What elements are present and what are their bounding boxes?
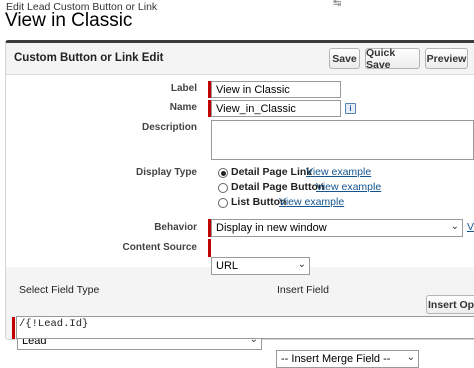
- corner-mark-icon: ↹: [333, 0, 342, 9]
- behavior-label: Behavior: [154, 222, 197, 233]
- chevron-down-icon: ⌄: [450, 221, 459, 232]
- panel-title: Custom Button or Link Edit: [14, 52, 164, 64]
- radio-label-detail-page-button: Detail Page Button: [231, 181, 325, 193]
- select-field-type-label: Select Field Type: [19, 284, 100, 296]
- content-source-label: Content Source: [122, 242, 197, 253]
- radio-detail-page-button[interactable]: [218, 183, 228, 193]
- quick-save-button[interactable]: Quick Save: [365, 47, 420, 71]
- radio-label-detail-page-link: Detail Page Link: [231, 166, 313, 178]
- description-textarea[interactable]: [211, 120, 474, 160]
- label-field-label: Label: [170, 83, 197, 94]
- insert-field-label: Insert Field: [277, 284, 329, 296]
- chevron-down-icon: ⌄: [297, 259, 306, 270]
- page-title: View in Classic: [5, 10, 133, 31]
- radio-detail-page-link[interactable]: [218, 168, 228, 178]
- info-icon[interactable]: i: [345, 103, 356, 114]
- label-input[interactable]: View in Classic: [211, 81, 341, 98]
- view-example-link-1[interactable]: View example: [306, 166, 371, 178]
- radio-selected-dot: [220, 170, 226, 176]
- behavior-select-value: Display in new window: [216, 222, 327, 234]
- display-type-label: Display Type: [136, 167, 197, 178]
- behavior-select[interactable]: Display in new window ⌄: [211, 219, 463, 237]
- description-field-label: Description: [141, 122, 197, 133]
- insert-merge-field-value: -- Insert Merge Field --: [281, 353, 391, 365]
- preview-button[interactable]: Preview: [425, 48, 468, 69]
- required-indicator: [208, 239, 211, 257]
- formula-text: /{!Lead.Id}: [19, 318, 89, 330]
- view-example-link-behavior[interactable]: V: [467, 221, 474, 233]
- insert-merge-field-select[interactable]: -- Insert Merge Field -- ⌄: [276, 350, 419, 368]
- view-example-link-2[interactable]: View example: [316, 181, 381, 193]
- required-indicator: [12, 317, 15, 339]
- content-source-value: URL: [216, 260, 239, 272]
- name-field-label: Name: [169, 102, 197, 113]
- content-source-select[interactable]: URL ⌄: [211, 257, 310, 275]
- insert-operator-button[interactable]: Insert Oper: [426, 295, 474, 314]
- chevron-down-icon: ⌄: [406, 352, 415, 363]
- view-example-link-3[interactable]: View example: [279, 196, 344, 208]
- save-button[interactable]: Save: [329, 48, 360, 69]
- name-input[interactable]: View_in_Classic: [211, 100, 341, 117]
- radio-list-button[interactable]: [218, 198, 228, 208]
